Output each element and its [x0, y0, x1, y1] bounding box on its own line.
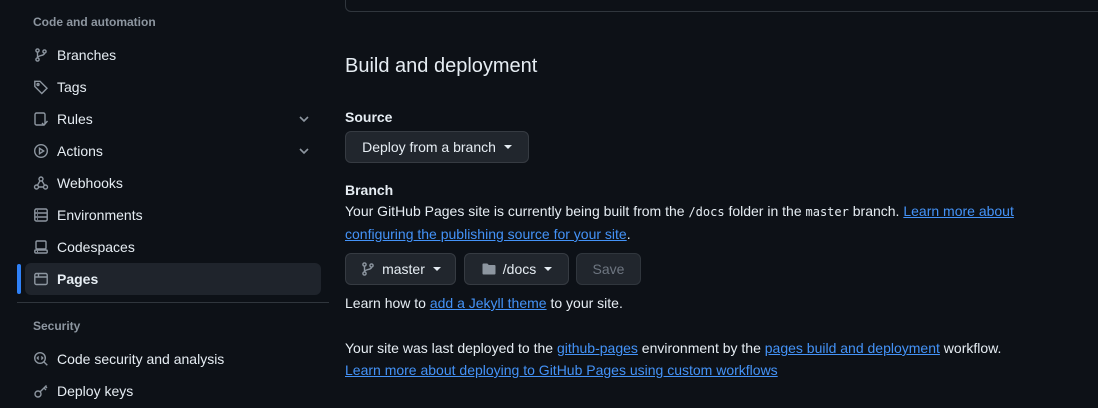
source-select-button[interactable]: Deploy from a branch — [345, 131, 529, 163]
github-pages-env-link[interactable]: github-pages — [557, 340, 638, 356]
rules-icon — [33, 111, 49, 127]
tag-icon — [33, 79, 49, 95]
browser-icon — [33, 271, 49, 287]
chevron-down-icon[interactable] — [297, 112, 311, 126]
codespaces-icon — [33, 239, 49, 255]
actions-play-icon — [33, 143, 49, 159]
sidebar-item-label: Deploy keys — [57, 383, 134, 399]
sidebar-item-label: Code security and analysis — [57, 351, 225, 367]
branch-select-button[interactable]: master — [345, 253, 456, 285]
sidebar-item-label: Rules — [57, 111, 93, 127]
branch-desc-text: branch. — [848, 203, 904, 219]
sidebar-item-label: Actions — [57, 143, 103, 159]
branch-code: master — [805, 205, 849, 219]
branch-desc-text: . — [626, 226, 631, 242]
folder-select-button[interactable]: /docs — [464, 253, 569, 285]
sidebar-item-webhooks[interactable]: Webhooks — [25, 167, 321, 199]
sidebar-item-deploy-keys[interactable]: Deploy keys — [25, 375, 321, 407]
sidebar-item-code-security[interactable]: Code security and analysis — [25, 343, 321, 375]
custom-workflows-link[interactable]: Learn more about deploying to GitHub Pag… — [345, 362, 778, 378]
chevron-down-icon[interactable] — [297, 144, 311, 158]
folder-code: /docs — [688, 205, 725, 219]
sidebar-item-tags[interactable]: Tags — [25, 71, 321, 103]
branch-desc-text: Your GitHub Pages site is currently bein… — [345, 203, 689, 219]
branch-description: Your GitHub Pages site is currently bein… — [345, 200, 1065, 245]
sidebar-item-label: Branches — [57, 47, 117, 63]
last-deployed-text: Your site was last deployed to the githu… — [345, 337, 1065, 381]
webhook-icon — [33, 175, 49, 191]
settings-page: Code and automation Branches Tags Rules — [0, 0, 1098, 408]
sidebar-item-label: Environments — [57, 207, 143, 223]
jekyll-prefix-text: Learn how to — [345, 295, 430, 311]
active-indicator — [17, 264, 21, 294]
source-label: Source — [345, 109, 393, 125]
add-jekyll-theme-link[interactable]: add a Jekyll theme — [430, 295, 547, 311]
deploy-text: workflow. — [939, 340, 1002, 356]
deploy-text: environment by the — [637, 340, 765, 356]
folder-icon — [481, 261, 497, 277]
branch-label: Branch — [345, 182, 394, 198]
sidebar-item-label: Webhooks — [57, 175, 123, 191]
source-select-value: Deploy from a branch — [362, 139, 496, 155]
sidebar-item-rules[interactable]: Rules — [25, 103, 321, 135]
deploy-text: Your site was last deployed to the — [345, 340, 557, 356]
pages-workflow-link[interactable]: pages build and deployment — [765, 340, 940, 356]
sidebar-item-codespaces[interactable]: Codespaces — [25, 231, 321, 263]
branch-desc-text: folder in the — [724, 203, 806, 219]
codescan-icon — [33, 351, 49, 367]
sidebar-item-environments[interactable]: Environments — [25, 199, 321, 231]
previous-panel-box — [345, 0, 1098, 12]
sidebar-item-label: Tags — [57, 79, 87, 95]
sidebar-divider — [17, 302, 329, 303]
jekyll-suffix-text: to your site. — [546, 295, 623, 311]
sidebar-item-label: Pages — [57, 271, 99, 287]
caret-down-icon — [432, 267, 441, 271]
caret-down-icon — [503, 145, 512, 149]
settings-sidebar: Code and automation Branches Tags Rules — [0, 0, 330, 408]
section-heading-security: Security — [33, 319, 81, 333]
server-icon — [33, 207, 49, 223]
caret-down-icon — [544, 267, 553, 271]
folder-select-value: /docs — [502, 261, 537, 277]
sidebar-item-pages[interactable]: Pages — [25, 263, 321, 295]
save-button[interactable]: Save — [576, 253, 641, 285]
git-branch-icon — [33, 47, 49, 63]
section-title: Build and deployment — [345, 55, 538, 77]
key-icon — [33, 383, 49, 399]
sidebar-item-label: Codespaces — [57, 239, 135, 255]
sidebar-item-branches[interactable]: Branches — [25, 39, 321, 71]
branch-select-value: master — [382, 261, 425, 277]
jekyll-theme-text: Learn how to add a Jekyll theme to your … — [345, 292, 1065, 314]
git-branch-icon — [360, 261, 376, 277]
sidebar-item-actions[interactable]: Actions — [25, 135, 321, 167]
section-heading-code-automation: Code and automation — [33, 15, 156, 29]
